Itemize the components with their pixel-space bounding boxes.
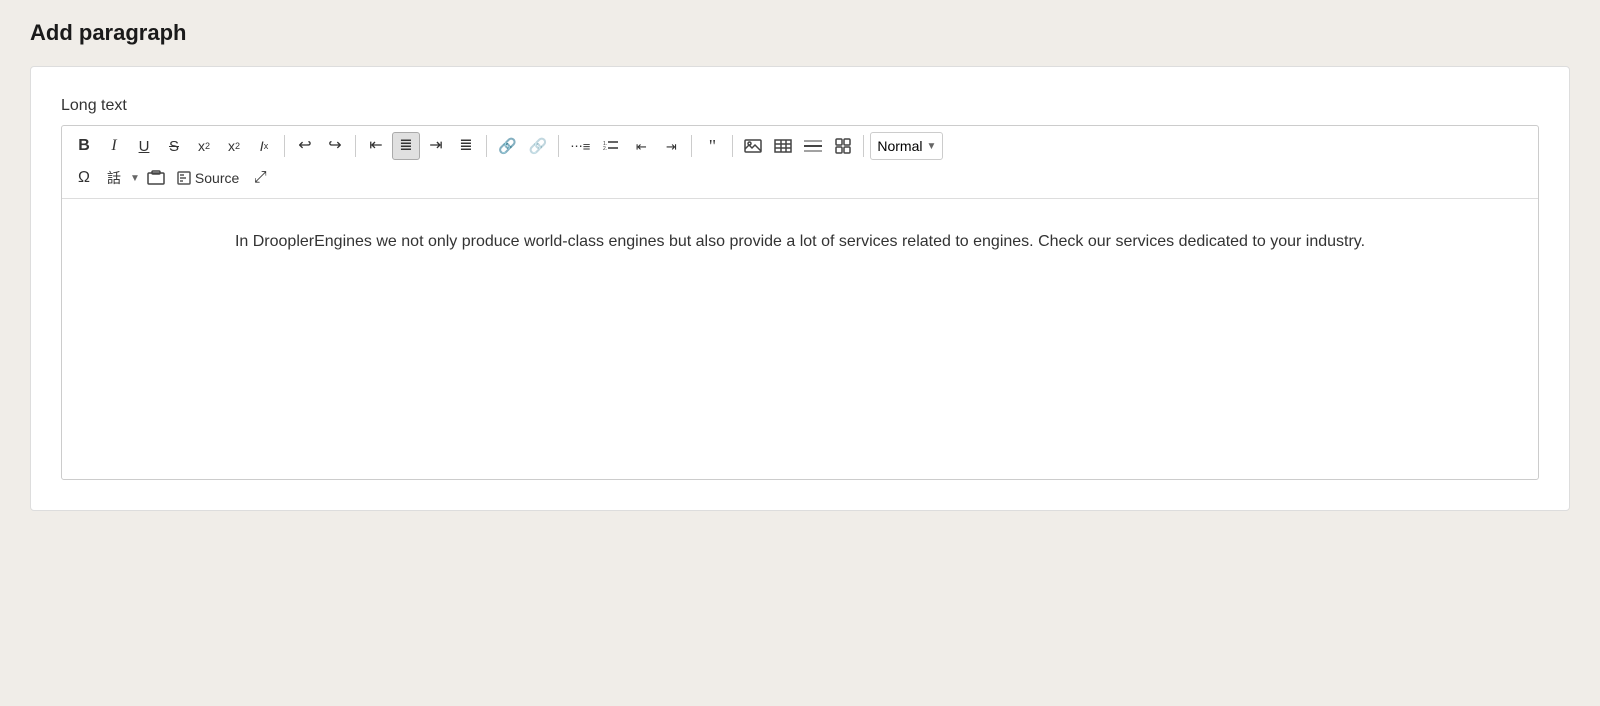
bold-button[interactable]: B — [70, 132, 98, 160]
source-button[interactable]: Source — [172, 164, 244, 192]
align-justify-button[interactable]: ≣ — [452, 132, 480, 160]
svg-text:2.: 2. — [603, 146, 607, 152]
separator-2 — [355, 135, 356, 157]
separator-4 — [558, 135, 559, 157]
clear-format-button[interactable]: Ix — [250, 132, 278, 160]
special-chars-button[interactable] — [829, 132, 857, 160]
editor-content-area[interactable]: In DrooplerEngines we not only produce w… — [62, 199, 1538, 479]
cjk-dropdown-arrow[interactable]: ▼ — [130, 173, 140, 184]
separator-5 — [691, 135, 692, 157]
separator-7 — [863, 135, 864, 157]
main-card: Long text B I U S x2 x2 Ix ↩ ↪ ⇤ ≣ ⇥ ≣ — [30, 66, 1570, 511]
format-dropdown-label: Normal — [877, 138, 922, 154]
separator-1 — [284, 135, 285, 157]
bullet-list-button[interactable]: ⋅⋅⋅≡ — [565, 132, 595, 160]
superscript-button[interactable]: x2 — [190, 132, 218, 160]
underline-button[interactable]: U — [130, 132, 158, 160]
blockquote-button[interactable]: " — [698, 132, 726, 160]
toolbar-row-2: Ω 話 ▼ Source ⤢ — [70, 164, 1530, 192]
fullscreen-button[interactable]: ⤢ — [246, 164, 274, 192]
toolbar: B I U S x2 x2 Ix ↩ ↪ ⇤ ≣ ⇥ ≣ 🔗 🔗 ⋅ — [62, 126, 1538, 199]
table-button[interactable] — [769, 132, 797, 160]
image-button[interactable] — [739, 132, 767, 160]
horizontal-rule-button[interactable] — [799, 132, 827, 160]
subscript-button[interactable]: x2 — [220, 132, 248, 160]
undo-button[interactable]: ↩ — [291, 132, 319, 160]
screenshot-button[interactable] — [142, 164, 170, 192]
omega-button[interactable]: Ω — [70, 164, 98, 192]
separator-3 — [486, 135, 487, 157]
align-right-button[interactable]: ⇥ — [422, 132, 450, 160]
link-button[interactable]: 🔗 — [493, 132, 522, 160]
outdent-button[interactable]: ⇤ — [627, 132, 655, 160]
indent-button[interactable]: ⇥ — [657, 132, 685, 160]
editor-container: B I U S x2 x2 Ix ↩ ↪ ⇤ ≣ ⇥ ≣ 🔗 🔗 ⋅ — [61, 125, 1539, 480]
redo-button[interactable]: ↪ — [321, 132, 349, 160]
source-label: Source — [195, 171, 239, 185]
numbered-list-button[interactable]: 1.2. — [597, 132, 625, 160]
format-dropdown[interactable]: Normal ▼ — [870, 132, 943, 160]
separator-6 — [732, 135, 733, 157]
align-left-button[interactable]: ⇤ — [362, 132, 390, 160]
italic-button[interactable]: I — [100, 132, 128, 160]
toolbar-row-1: B I U S x2 x2 Ix ↩ ↪ ⇤ ≣ ⇥ ≣ 🔗 🔗 ⋅ — [70, 132, 1530, 160]
editor-paragraph: In DrooplerEngines we not only produce w… — [102, 229, 1498, 255]
unlink-button[interactable]: 🔗 — [524, 132, 553, 160]
format-dropdown-arrow: ▼ — [927, 141, 937, 152]
strikethrough-button[interactable]: S — [160, 132, 188, 160]
cjk-button[interactable]: 話 — [100, 164, 128, 192]
align-center-button[interactable]: ≣ — [392, 132, 420, 160]
field-label: Long text — [61, 97, 1539, 115]
page-title: Add paragraph — [30, 20, 1570, 46]
